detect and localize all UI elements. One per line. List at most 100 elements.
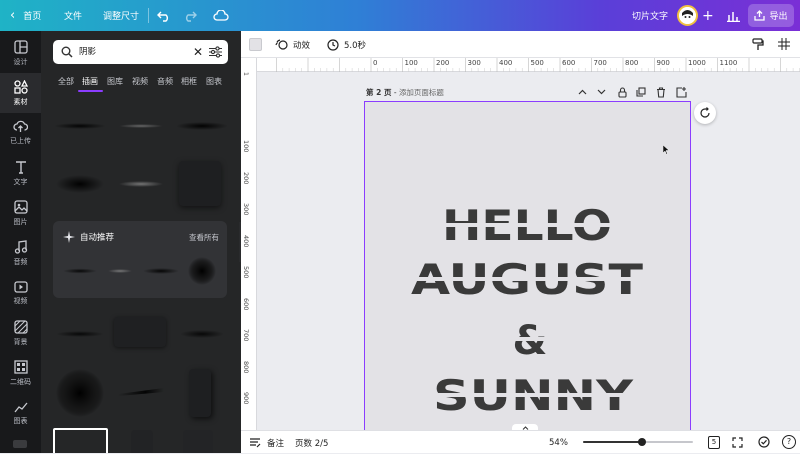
trash-icon [657,86,665,98]
fullscreen-button[interactable] [732,437,743,448]
search-input[interactable]: 阴影 [79,40,96,64]
avatar[interactable] [677,5,698,26]
move-page-down-button[interactable] [594,86,608,98]
shadow-element-thumbnail[interactable] [114,317,166,347]
tab-frames[interactable]: 相框 [181,73,197,91]
shadow-element-thumbnail[interactable] [175,111,230,141]
shadow-element-thumbnail[interactable] [114,376,169,406]
search-box: 阴影 ✕ [53,40,228,64]
ruler-label: 300 [242,203,250,216]
rail-item-audio[interactable]: 音频 [0,233,41,273]
lock-icon [617,86,627,98]
insights-button[interactable] [727,0,740,31]
undo-icon [157,11,168,22]
more-options-button[interactable] [778,38,790,50]
shadow-graphic [118,388,164,396]
rail-item-text[interactable]: 文字 [0,153,41,193]
page-count-button[interactable]: 页数 2/5 [295,431,328,454]
rail-item-elements[interactable]: 素材 [0,73,41,113]
notes-button[interactable]: 备注 [250,431,284,454]
suggested-element[interactable] [103,256,137,286]
see-all-link[interactable]: 查看所有 [189,232,219,243]
document-title[interactable]: 切片文字 [632,0,668,31]
filter-sliders-icon [209,46,222,58]
duplicate-page-button[interactable] [634,86,648,98]
add-page-button[interactable] [674,86,688,98]
image-icon [13,199,28,214]
undo-button[interactable] [157,0,171,31]
cloud-save-button[interactable] [213,0,229,31]
delete-page-button[interactable] [654,86,668,98]
shadow-element-thumbnail[interactable] [53,366,108,421]
animate-button[interactable]: 动效 [275,31,310,58]
shadow-element-thumbnail[interactable] [53,111,108,141]
notes-icon [250,437,261,447]
chevron-left-icon: ‹ [10,8,16,23]
copy-style-button[interactable] [752,38,764,51]
export-button[interactable]: 导出 [748,4,794,27]
tab-all[interactable]: 全部 [58,73,74,91]
redo-button[interactable] [183,0,197,31]
rail-item-uploads[interactable]: 已上传 [0,113,41,153]
design-page[interactable]: HELLO AUGUST & SUNNY [364,101,691,436]
clear-search-button[interactable]: ✕ [191,43,205,61]
tab-videos[interactable]: 视频 [132,73,148,91]
elements-icon [13,79,28,94]
filter-button[interactable] [209,46,222,58]
home-button[interactable]: ‹ 首页 [10,0,41,31]
duration-button[interactable]: 5.0秒 [327,31,366,58]
side-rail: 设计 素材 已上传 文字 图片 音频 视频 背景 二维码 图表 [0,31,41,453]
suggested-element[interactable] [61,256,99,286]
layout-icon [13,39,28,54]
rail-item-background[interactable]: 背景 [0,313,41,353]
shadow-element-thumbnail[interactable] [175,316,230,351]
rail-item-qr-code[interactable]: 二维码 [0,353,41,393]
section-title: 自动推荐 [80,233,115,243]
add-collaborator-button[interactable]: + [702,0,714,31]
rail-item-video[interactable]: 视频 [0,273,41,313]
shadow-element-thumbnail[interactable] [183,430,213,453]
rail-item-photos[interactable]: 图片 [0,193,41,233]
cursor-arrow-icon [663,145,670,155]
ruler-label: 800 [242,360,250,373]
ruler-label: 400 [242,234,250,247]
file-menu[interactable]: 文件 [64,0,82,31]
slice-line [405,277,655,281]
page-title-input[interactable]: 添加页面标题 [399,88,444,97]
suggested-element[interactable] [185,256,219,286]
upload-cloud-icon [13,120,28,132]
rail-more-icon[interactable] [13,440,27,448]
tab-photos[interactable]: 图库 [107,73,123,91]
lock-page-button[interactable] [615,86,629,98]
check-button[interactable] [758,436,770,448]
shadow-element-thumbnail[interactable] [53,161,108,206]
ruler-label: 600 [242,297,250,310]
help-button[interactable]: ? [782,435,796,449]
rail-item-charts[interactable]: 图表 [0,393,41,433]
shadow-element-thumbnail[interactable] [179,161,221,206]
tab-illustrations[interactable]: 插画 [82,73,98,91]
tab-charts[interactable]: 图表 [206,73,222,91]
move-page-up-button[interactable] [575,86,589,98]
ruler-label: 400 [499,59,513,67]
shadow-graphic [56,369,104,417]
grid-view-button[interactable]: 5 [708,436,720,449]
redo-icon [186,11,197,22]
shadow-element-thumbnail[interactable] [53,428,108,453]
zoom-slider-handle[interactable] [638,438,647,446]
shadow-element-thumbnail[interactable] [114,161,169,206]
background-color-swatch[interactable] [249,38,262,51]
shadow-element-thumbnail[interactable] [114,111,169,141]
tab-audio[interactable]: 音频 [157,73,173,91]
zoom-slider[interactable] [583,438,693,446]
suggested-element[interactable] [141,256,181,286]
category-tabs: 全部 插画 图库 视频 音频 相框 图表 [41,73,241,93]
zoom-level[interactable]: 54% [549,431,568,454]
resize-button[interactable]: 调整尺寸 [103,0,139,31]
shadow-element-thumbnail[interactable] [189,369,211,417]
ruler-label: 1000 [688,59,706,67]
rail-item-design[interactable]: 设计 [0,33,41,73]
shadow-element-thumbnail[interactable] [131,430,153,453]
refresh-suggestion-button[interactable] [694,102,716,124]
shadow-element-thumbnail[interactable] [53,316,108,351]
